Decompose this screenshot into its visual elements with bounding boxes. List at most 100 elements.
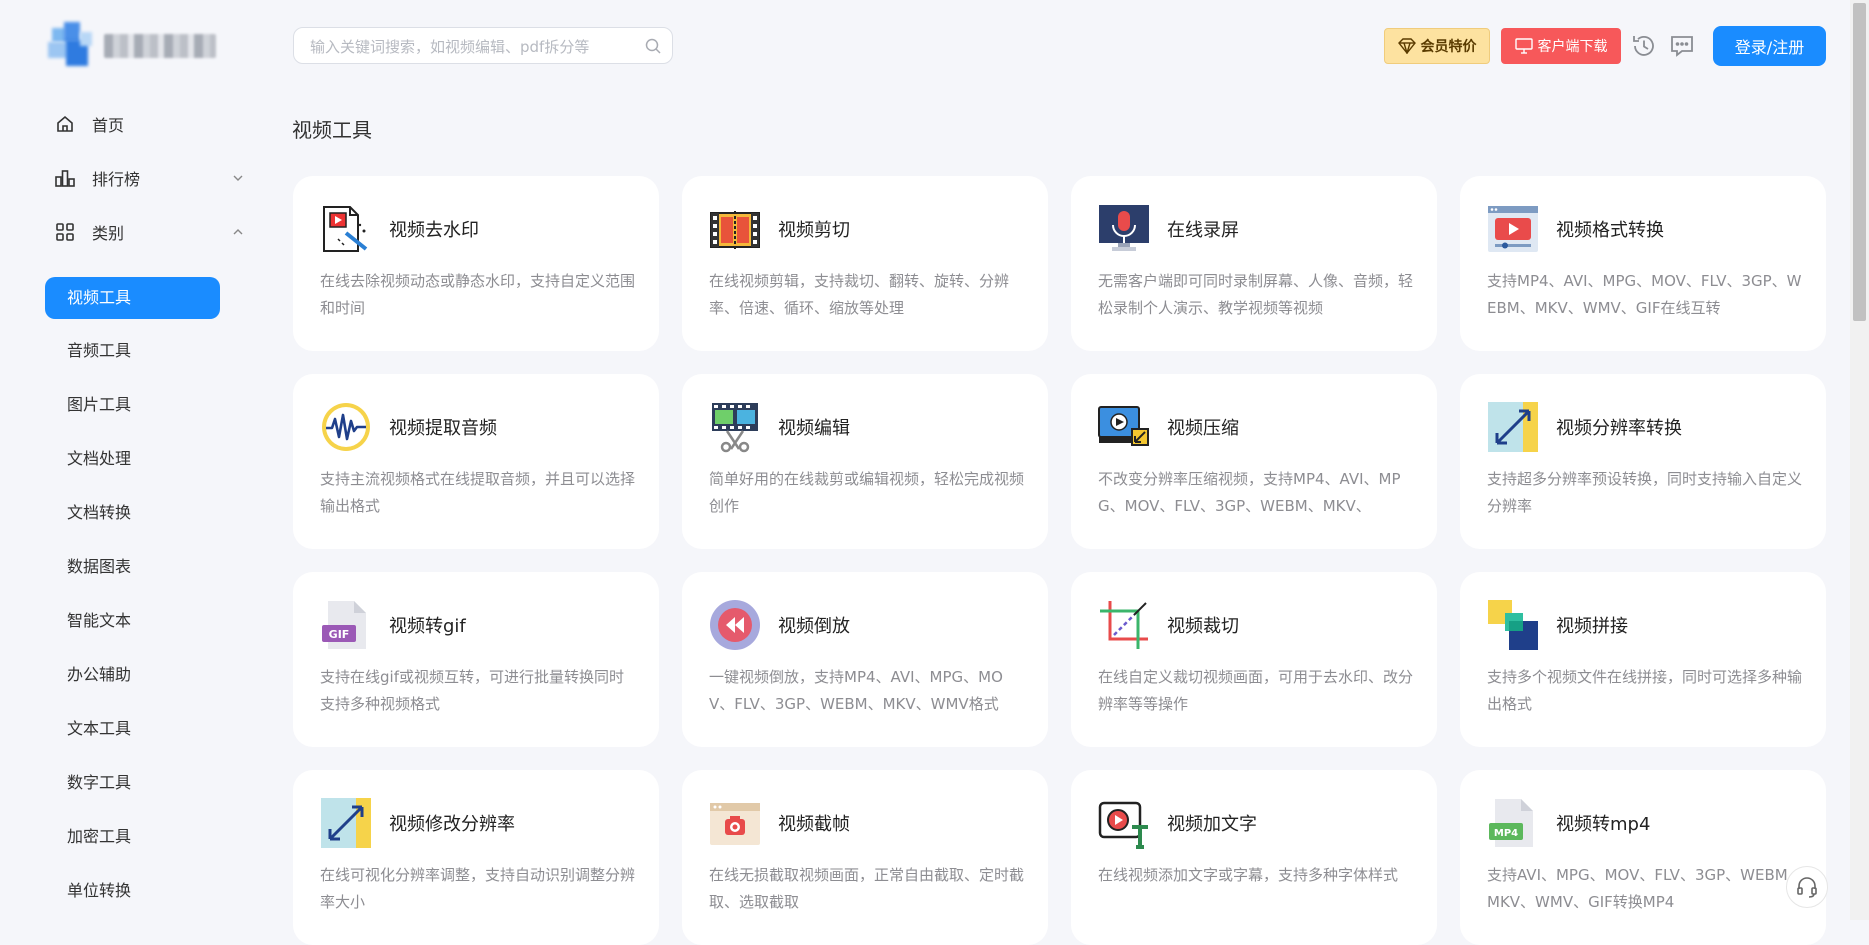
tool-card-title: 视频提取音频 bbox=[389, 418, 497, 439]
svg-text:GIF: GIF bbox=[329, 628, 350, 641]
video-compress-icon bbox=[1098, 406, 1149, 446]
nav-home-label: 首页 bbox=[92, 116, 125, 135]
category-encryption-tools[interactable]: 加密工具 bbox=[45, 816, 220, 858]
tool-card-title: 视频剪切 bbox=[778, 220, 850, 241]
tool-card-video-to-gif[interactable]: GIF 视频转gif 支持在线gif或视频互转，可进行批量转换同时支持多种视频格… bbox=[293, 572, 659, 747]
bar-chart-icon bbox=[54, 167, 76, 189]
tool-card-title: 视频分辨率转换 bbox=[1556, 418, 1682, 439]
tool-card-audio-extract[interactable]: 视频提取音频 支持主流视频格式在线提取音频，并且可以选择输出格式 bbox=[293, 374, 659, 549]
frame-capture-icon bbox=[710, 803, 760, 845]
category-smart-text[interactable]: 智能文本 bbox=[45, 600, 220, 642]
tool-card-video-format-convert[interactable]: 视频格式转换 支持MP4、AVI、MPG、MOV、FLV、3GP、WEBM、MK… bbox=[1460, 176, 1826, 351]
site-logo[interactable] bbox=[48, 22, 218, 72]
tool-card-frame-capture[interactable]: 视频截帧 在线无损截取视频画面，正常自由截取、定时截取、选取截取 bbox=[682, 770, 1048, 945]
sidebar: 首页 排行榜 类别 视频工具 音频工具 图片工具 文档处理 文档转换 数据图表 … bbox=[0, 0, 250, 920]
monitor-icon bbox=[1514, 38, 1533, 54]
chevron-up-icon[interactable] bbox=[228, 222, 248, 242]
home-icon bbox=[54, 113, 76, 135]
merge-icon bbox=[1488, 600, 1538, 650]
category-video-tools[interactable]: 视频工具 bbox=[45, 277, 220, 319]
nav-ranking[interactable]: 排行榜 bbox=[54, 163, 254, 193]
nav-category[interactable]: 类别 bbox=[54, 217, 254, 247]
client-download-button[interactable]: 客户端下载 bbox=[1501, 28, 1621, 64]
audio-extract-icon bbox=[322, 403, 370, 451]
page-title: 视频工具 bbox=[292, 118, 372, 142]
tool-card-description: 支持多个视频文件在线拼接，同时可选择多种输出格式 bbox=[1487, 668, 1803, 713]
tool-card-title: 视频转mp4 bbox=[1556, 814, 1651, 835]
tool-card-title: 视频拼接 bbox=[1556, 616, 1628, 637]
login-register-button[interactable]: 登录/注册 bbox=[1713, 26, 1826, 66]
nav-home[interactable]: 首页 bbox=[54, 109, 254, 139]
tool-card-title: 视频压缩 bbox=[1167, 418, 1239, 439]
search-input[interactable] bbox=[308, 28, 632, 65]
vip-offer-label: 会员特价 bbox=[1420, 39, 1477, 55]
nav-category-label: 类别 bbox=[92, 224, 125, 243]
category-document-processing[interactable]: 文档处理 bbox=[45, 438, 220, 480]
category-unit-conversion[interactable]: 单位转换 bbox=[45, 870, 220, 912]
category-audio-tools[interactable]: 音频工具 bbox=[45, 330, 220, 372]
tool-card-title: 视频修改分辨率 bbox=[389, 814, 515, 835]
category-office-assist[interactable]: 办公辅助 bbox=[45, 654, 220, 696]
tool-card-description: 支持AVI、MPG、MOV、FLV、3GP、WEBM、MKV、WMV、GIF转换… bbox=[1487, 866, 1803, 911]
client-download-label: 客户端下载 bbox=[1537, 39, 1608, 55]
tool-card-description: 不改变分辨率压缩视频，支持MP4、AVI、MPG、MOV、FLV、3GP、WEB… bbox=[1098, 470, 1401, 515]
tool-card-description: 支持MP4、AVI、MPG、MOV、FLV、3GP、WEBM、MKV、WMV、G… bbox=[1487, 272, 1802, 317]
tool-card-video-resize[interactable]: 视频修改分辨率 在线可视化分辨率调整，支持自动识别调整分辨率大小 bbox=[293, 770, 659, 945]
tool-card-screen-record[interactable]: 在线录屏 无需客户端即可同时录制屏幕、人像、音频，轻松录制个人演示、教学视频等视… bbox=[1071, 176, 1437, 351]
tool-card-description: 简单好用的在线裁剪或编辑视频，轻松完成视频创作 bbox=[709, 470, 1025, 515]
crop-icon bbox=[1100, 601, 1148, 649]
tool-card-title: 视频格式转换 bbox=[1556, 220, 1664, 241]
tool-card-description: 在线视频添加文字或字幕，支持多种字体样式 bbox=[1098, 866, 1399, 884]
tool-card-title: 视频去水印 bbox=[389, 220, 479, 241]
add-text-icon bbox=[1098, 801, 1148, 849]
logo-mark-icon bbox=[48, 22, 94, 70]
svg-text:MP4: MP4 bbox=[1494, 828, 1518, 839]
tool-card-video-edit[interactable]: 视频编辑 简单好用的在线裁剪或编辑视频，轻松完成视频创作 bbox=[682, 374, 1048, 549]
resize-icon bbox=[321, 798, 371, 848]
tool-card-description: 支持在线gif或视频互转，可进行批量转换同时支持多种视频格式 bbox=[320, 668, 624, 713]
tool-card-title: 视频编辑 bbox=[778, 418, 850, 439]
tool-card-title: 视频转gif bbox=[389, 616, 466, 637]
category-number-tools[interactable]: 数字工具 bbox=[45, 762, 220, 804]
tool-card-description: 无需客户端即可同时录制屏幕、人像、音频，轻松录制个人演示、教学视频等视频 bbox=[1098, 272, 1414, 317]
category-data-charts[interactable]: 数据图表 bbox=[45, 546, 220, 588]
category-text-tools[interactable]: 文本工具 bbox=[45, 708, 220, 750]
film-cut-icon bbox=[710, 211, 760, 249]
tool-card-video-to-mp4[interactable]: MP4 视频转mp4 支持AVI、MPG、MOV、FLV、3GP、WEBM、MK… bbox=[1460, 770, 1826, 945]
tool-card-video-cut[interactable]: 视频剪切 在线视频剪辑，支持裁切、翻转、旋转、分辨率、倍速、循环、缩放等处理 bbox=[682, 176, 1048, 351]
tool-card-description: 在线可视化分辨率调整，支持自动识别调整分辨率大小 bbox=[320, 866, 636, 911]
tool-card-title: 视频截帧 bbox=[778, 814, 850, 835]
tool-card-resolution-convert[interactable]: 视频分辨率转换 支持超多分辨率预设转换，同时支持输入自定义分辨率 bbox=[1460, 374, 1826, 549]
tool-card-description: 在线无损截取视频画面，正常自由截取、定时截取、选取截取 bbox=[709, 866, 1025, 911]
tool-card-description: 在线视频剪辑，支持裁切、翻转、旋转、分辨率、倍速、循环、缩放等处理 bbox=[709, 272, 1010, 317]
screen-record-icon bbox=[1099, 205, 1149, 251]
tool-card-title: 视频裁切 bbox=[1167, 616, 1239, 637]
logo-text bbox=[104, 34, 216, 58]
watermark-remove-icon bbox=[323, 206, 368, 252]
message-icon[interactable] bbox=[1668, 32, 1696, 60]
tool-card-description: 一键视频倒放，支持MP4、AVI、MPG、MOV、FLV、3GP、WEBM、MK… bbox=[709, 668, 1003, 713]
customer-service-button[interactable] bbox=[1786, 866, 1828, 908]
grid-icon bbox=[54, 221, 76, 243]
category-image-tools[interactable]: 图片工具 bbox=[45, 384, 220, 426]
tool-card-title: 视频加文字 bbox=[1167, 814, 1257, 835]
chevron-down-icon[interactable] bbox=[228, 168, 248, 188]
search-icon[interactable] bbox=[644, 37, 662, 55]
search-box bbox=[293, 27, 673, 65]
tool-card-video-reverse[interactable]: 视频倒放 一键视频倒放，支持MP4、AVI、MPG、MOV、FLV、3GP、WE… bbox=[682, 572, 1048, 747]
page-scrollbar[interactable] bbox=[1850, 0, 1869, 920]
gif-file-icon: GIF bbox=[322, 601, 366, 649]
history-icon[interactable] bbox=[1630, 32, 1658, 60]
tool-card-title: 视频倒放 bbox=[778, 616, 850, 637]
tool-card-video-crop[interactable]: 视频裁切 在线自定义裁切视频画面，可用于去水印、改分辨率等等操作 bbox=[1071, 572, 1437, 747]
tool-card-video-watermark-remove[interactable]: 视频去水印 在线去除视频动态或静态水印，支持自定义范围和时间 bbox=[293, 176, 659, 351]
tool-card-add-text[interactable]: 视频加文字 在线视频添加文字或字幕，支持多种字体样式 bbox=[1071, 770, 1437, 945]
scrollbar-thumb[interactable] bbox=[1853, 3, 1866, 321]
tool-card-video-compress[interactable]: 视频压缩 不改变分辨率压缩视频，支持MP4、AVI、MPG、MOV、FLV、3G… bbox=[1071, 374, 1437, 549]
rewind-icon bbox=[710, 600, 760, 650]
tool-card-video-merge[interactable]: 视频拼接 支持多个视频文件在线拼接，同时可选择多种输出格式 bbox=[1460, 572, 1826, 747]
vip-offer-button[interactable]: 会员特价 bbox=[1384, 28, 1490, 64]
video-edit-icon bbox=[712, 403, 758, 453]
category-document-conversion[interactable]: 文档转换 bbox=[45, 492, 220, 534]
tool-card-title: 在线录屏 bbox=[1167, 220, 1239, 241]
